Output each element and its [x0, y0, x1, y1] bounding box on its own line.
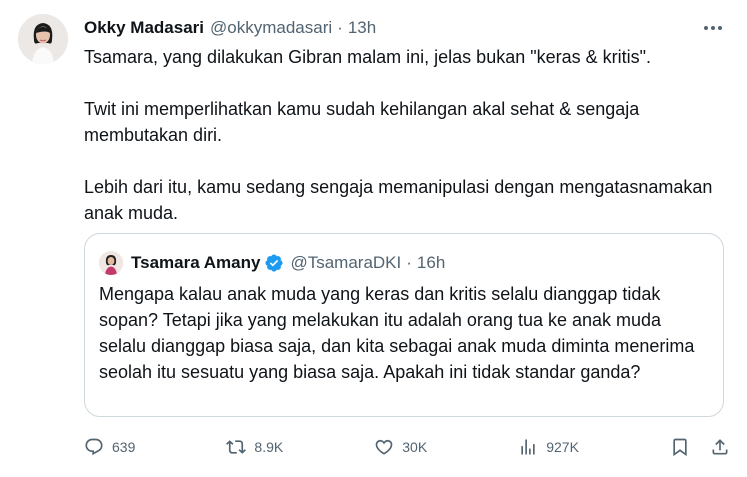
secondary-actions: [670, 437, 730, 457]
more-horizontal-icon: [704, 26, 722, 30]
tweet-action-bar: 639 8.9K 30K 927K: [84, 433, 730, 461]
verified-badge-icon: [264, 253, 284, 273]
views-chart-icon: [521, 439, 535, 455]
repost-icon: [226, 440, 247, 454]
reply-count: 639: [112, 439, 136, 455]
quoted-tweet[interactable]: Tsamara Amany @TsamaraDKI · 16h Mengapa …: [84, 233, 724, 417]
quoted-header-separator: ·: [406, 253, 412, 272]
bookmark-icon: [673, 438, 687, 457]
reply-button[interactable]: 639: [84, 437, 135, 457]
quoted-tweet-header: Tsamara Amany @TsamaraDKI · 16h: [99, 250, 445, 276]
header-separator: ·: [337, 18, 343, 37]
tweet-header: Okky Madasari @okkymadasari · 13h: [84, 16, 376, 40]
author-handle[interactable]: @okkymadasari: [210, 18, 332, 38]
tweet-paragraph: Tsamara, yang dilakukan Gibran malam ini…: [84, 47, 652, 67]
heart-icon: [375, 439, 393, 455]
like-count: 30K: [402, 439, 428, 455]
reply-icon: [85, 438, 103, 456]
more-options-button[interactable]: [701, 18, 725, 38]
tweet-paragraph: Lebih dari itu, kamu sedang sengaja mema…: [84, 177, 713, 223]
tweet-timestamp[interactable]: 13h: [348, 18, 376, 38]
quoted-tweet-text: Mengapa kalau anak muda yang keras dan k…: [99, 284, 695, 382]
like-button[interactable]: 30K: [374, 437, 427, 457]
share-button[interactable]: [710, 437, 730, 457]
views-button[interactable]: 927K: [518, 437, 579, 457]
quoted-author-name[interactable]: Tsamara Amany: [131, 253, 260, 273]
repost-button[interactable]: 8.9K: [226, 437, 283, 457]
quoted-author-avatar[interactable]: [99, 251, 123, 275]
author-avatar[interactable]: [18, 14, 68, 64]
repost-count: 8.9K: [254, 439, 284, 455]
tweet: Okky Madasari @okkymadasari · 13h Tsamar…: [0, 0, 747, 477]
bookmark-button[interactable]: [670, 437, 690, 457]
quoted-tweet-timestamp[interactable]: 16h: [417, 253, 445, 273]
share-icon: [712, 439, 728, 455]
tweet-text: Tsamara, yang dilakukan Gibran malam ini…: [84, 44, 724, 226]
author-name[interactable]: Okky Madasari: [84, 18, 204, 38]
quoted-author-handle[interactable]: @TsamaraDKI: [290, 253, 401, 273]
tweet-paragraph: Twit ini memperlihatkan kamu sudah kehil…: [84, 99, 640, 145]
view-count: 927K: [546, 439, 579, 455]
